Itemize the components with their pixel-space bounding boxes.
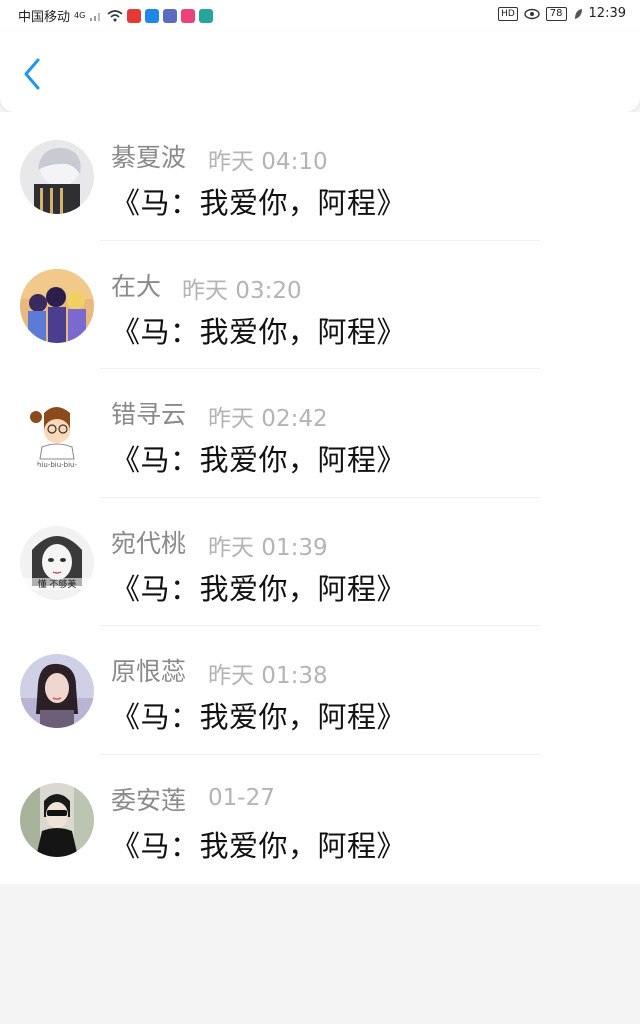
list-item[interactable]: 在大 昨天 03:20 《马：我爱你，阿程》	[0, 241, 640, 370]
message-time: 昨天 01:39	[208, 534, 328, 561]
top-bar	[0, 30, 640, 112]
chevron-left-icon	[24, 58, 40, 90]
status-left: 中国移动 4G	[18, 6, 214, 25]
list-item[interactable]: biu-biu-biu- 错寻云 昨天 02:42 《马：我爱你，阿程》	[0, 369, 640, 498]
avatar	[20, 140, 94, 214]
list-item[interactable]: 原恨蕊 昨天 01:38 《马：我爱你，阿程》	[0, 626, 640, 755]
app-notification-icon	[199, 8, 214, 23]
message-text: 《马：我爱你，阿程》	[111, 571, 407, 606]
app-notification-icon	[163, 8, 178, 23]
avatar	[20, 654, 94, 729]
sender-name: 宛代桃	[111, 528, 187, 558]
wifi-icon	[107, 9, 123, 21]
network-type: 4G	[74, 11, 86, 20]
clock: 12:39	[588, 6, 626, 21]
app-notification-icon	[145, 8, 160, 23]
list-item[interactable]: 綦夏波 昨天 04:10 《马：我爱你，阿程》	[0, 112, 640, 241]
sender-name: 错寻云	[111, 400, 187, 430]
message-text: 《马：我爱你，阿程》	[111, 314, 407, 349]
sender-name: 委安莲	[111, 785, 187, 815]
sender-name: 在大	[111, 271, 162, 301]
message-text: 《马：我爱你，阿程》	[111, 828, 407, 863]
svg-text:懂 不够美: 懂 不够美	[38, 578, 77, 590]
hd-badge: HD	[498, 6, 518, 21]
avatar	[20, 268, 94, 343]
message-time: 01-27	[208, 784, 275, 811]
eye-icon	[524, 8, 540, 19]
message-time: 昨天 04:10	[208, 149, 328, 175]
signal-icon	[90, 12, 101, 21]
message-text: 《马：我爱你，阿程》	[111, 700, 407, 735]
status-bar: 中国移动 4G HD 78 12:39	[0, 0, 640, 30]
message-time: 昨天 03:20	[182, 277, 302, 304]
status-right: HD 78 12:39	[498, 6, 626, 21]
battery-indicator: 78	[545, 6, 567, 21]
svg-text:biu-biu-biu-: biu-biu-biu-	[37, 461, 78, 469]
sender-name: 綦夏波	[111, 143, 187, 172]
back-button[interactable]	[18, 56, 48, 92]
carrier-label: 中国移动	[18, 10, 71, 25]
app-notification-icon	[181, 8, 196, 23]
avatar: 懂 不够美	[20, 525, 94, 600]
list-item[interactable]: 委安莲 01-27 《马：我爱你，阿程》	[0, 755, 640, 884]
message-list: 綦夏波 昨天 04:10 《马：我爱你，阿程》 在大 昨天 03:20 《马：我…	[0, 112, 640, 884]
list-item[interactable]: 懂 不够美 宛代桃 昨天 01:39 《马：我爱你，阿程》	[0, 498, 640, 627]
message-text: 《马：我爱你，阿程》	[111, 443, 407, 478]
message-time: 昨天 02:42	[208, 406, 328, 433]
sender-name: 原恨蕊	[111, 657, 187, 687]
avatar	[20, 782, 94, 857]
message-time: 昨天 01:38	[208, 663, 328, 690]
avatar: biu-biu-biu-	[20, 397, 94, 472]
message-text: 《马：我爱你，阿程》	[111, 186, 407, 220]
app-notification-icon	[127, 8, 142, 23]
leaf-icon	[574, 8, 582, 19]
